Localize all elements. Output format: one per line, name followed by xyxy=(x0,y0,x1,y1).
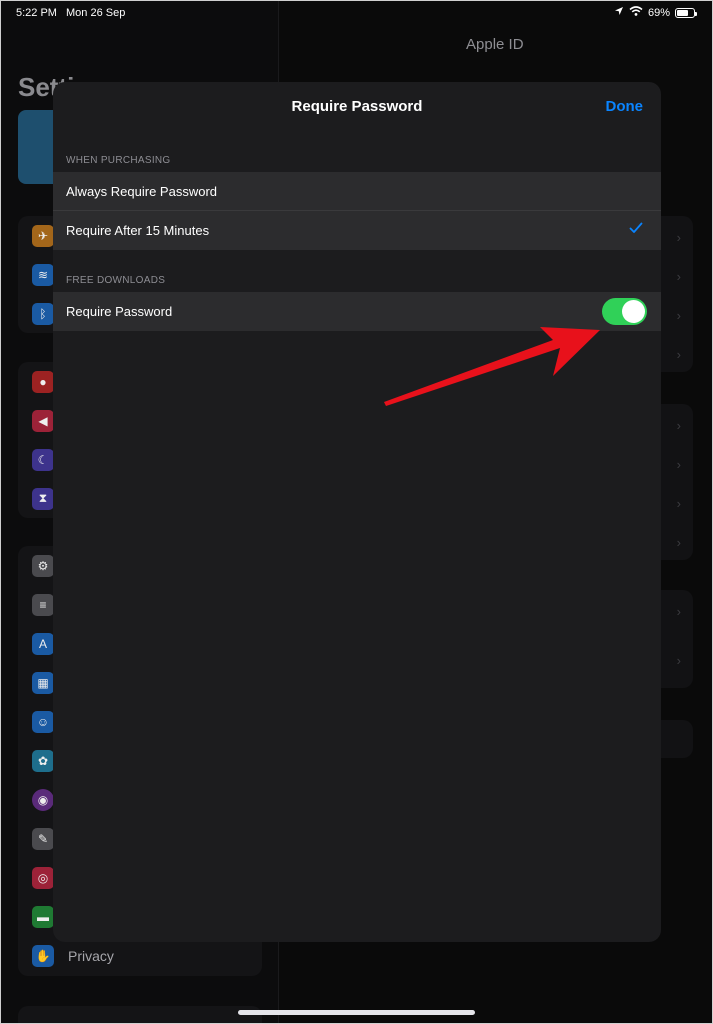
battery-setting-icon: ▬ xyxy=(32,905,54,928)
switches-icon: ≡ xyxy=(32,593,54,616)
location-arrow-icon xyxy=(614,6,624,19)
battery-icon xyxy=(675,7,697,18)
speaker-icon: ◀ xyxy=(32,409,54,432)
option-always-require-password[interactable]: Always Require Password xyxy=(53,172,661,211)
sidebar-group-store xyxy=(18,1006,262,1024)
require-password-row: Require Password xyxy=(53,292,661,331)
chevron-right-icon: › xyxy=(676,457,681,472)
pencil-icon: ✎ xyxy=(32,827,54,850)
status-time: 5:22 PM xyxy=(16,7,57,19)
chevron-right-icon: › xyxy=(676,535,681,550)
home-indicator[interactable] xyxy=(238,1010,475,1015)
siri-icon: ◉ xyxy=(32,788,54,811)
bell-icon: ● xyxy=(32,370,54,393)
chevron-right-icon: › xyxy=(676,269,681,284)
done-button[interactable]: Done xyxy=(606,98,644,115)
option-require-after-15-minutes[interactable]: Require After 15 Minutes xyxy=(53,211,661,250)
text-size-icon: A xyxy=(32,632,54,655)
chevron-right-icon: › xyxy=(676,308,681,323)
detail-title: Apple ID xyxy=(466,36,524,53)
fingerprint-icon: ◎ xyxy=(32,866,54,889)
require-password-toggle[interactable] xyxy=(602,298,647,325)
chevron-right-icon: › xyxy=(676,496,681,511)
airplane-icon: ✈ xyxy=(32,224,54,247)
free-downloads-list: Require Password xyxy=(53,292,661,331)
battery-percent: 69% xyxy=(647,6,670,19)
section-header-free-downloads: FREE DOWNLOADS xyxy=(66,275,166,286)
moon-icon: ☾ xyxy=(32,448,54,471)
chevron-right-icon: › xyxy=(676,604,681,619)
section-header-when-purchasing: WHEN PURCHASING xyxy=(66,155,171,166)
accessibility-icon: ☺ xyxy=(32,710,54,733)
chevron-right-icon: › xyxy=(676,230,681,245)
option-label: Require Password xyxy=(66,304,173,319)
wifi-icon xyxy=(629,6,643,19)
sheet-header: Require Password Done xyxy=(53,82,661,130)
require-password-sheet: Require Password Done WHEN PURCHASING Al… xyxy=(53,82,661,942)
option-label: Require After 15 Minutes xyxy=(66,223,210,238)
chevron-right-icon: › xyxy=(676,418,681,433)
gear-icon: ⚙ xyxy=(32,554,54,577)
wifi-setting-icon: ≋ xyxy=(32,263,54,286)
status-indicators: 69% xyxy=(614,6,697,19)
checkmark-icon xyxy=(629,221,643,238)
when-purchasing-list: Always Require Password Require After 15… xyxy=(53,172,661,250)
option-label: Always Require Password xyxy=(66,183,218,199)
grid-icon: ▦ xyxy=(32,671,54,694)
flower-icon: ✿ xyxy=(32,749,54,772)
chevron-right-icon: › xyxy=(676,347,681,362)
status-bar: 5:22 PM Mon 26 Sep 69% xyxy=(0,0,713,24)
status-date: Mon 26 Sep xyxy=(66,7,126,19)
sheet-title: Require Password xyxy=(291,98,423,115)
toggle-knob xyxy=(622,300,645,323)
sidebar-item-label: Privacy xyxy=(68,947,114,964)
hand-icon: ✋ xyxy=(32,944,54,967)
bluetooth-icon: ᛒ xyxy=(32,302,54,325)
hourglass-icon: ⧗ xyxy=(32,487,54,510)
chevron-right-icon: › xyxy=(676,653,681,668)
